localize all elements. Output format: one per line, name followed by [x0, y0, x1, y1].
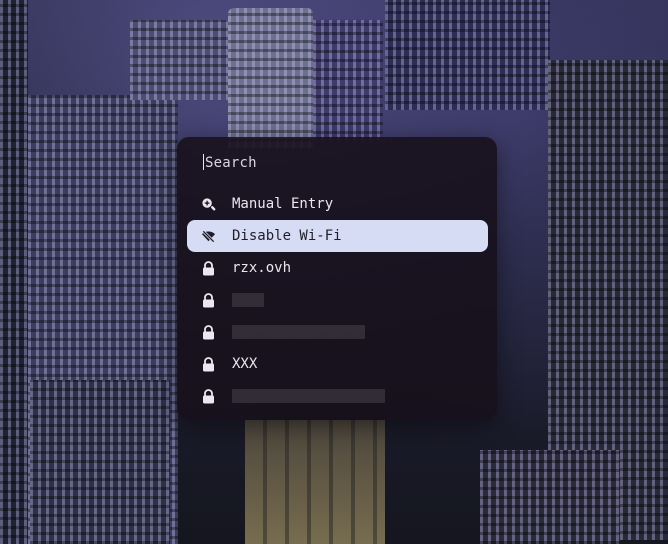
- search-input[interactable]: Search: [203, 154, 257, 171]
- wifi-off-icon: [200, 228, 216, 244]
- wallpaper-building: [480, 450, 620, 544]
- lock-icon: [200, 292, 216, 308]
- list-item-label: Manual Entry: [232, 196, 334, 212]
- wallpaper-building: [130, 20, 230, 100]
- list-item-disable-wifi[interactable]: Disable Wi-Fi: [187, 220, 488, 252]
- list-item-manual-entry[interactable]: Manual Entry: [187, 188, 488, 220]
- redacted-label: [232, 293, 264, 307]
- list-item-network[interactable]: [187, 316, 488, 348]
- list-item-network[interactable]: rzx.ovh: [187, 252, 488, 284]
- lock-icon: [200, 356, 216, 372]
- wallpaper-building: [228, 8, 313, 148]
- wallpaper-street: [245, 420, 385, 544]
- list-item-label: rzx.ovh: [232, 260, 292, 276]
- list-item-label: Disable Wi-Fi: [232, 228, 342, 244]
- wallpaper-building: [385, 0, 550, 110]
- list-item-label: XXX: [232, 356, 258, 372]
- search-placeholder: Search: [205, 155, 257, 171]
- redacted-label: [232, 389, 385, 403]
- zoom-in-icon: [200, 196, 216, 212]
- list-item-network[interactable]: [187, 284, 488, 316]
- list-item-network[interactable]: [187, 380, 488, 412]
- list-item-network[interactable]: XXX: [187, 348, 488, 380]
- lock-icon: [200, 324, 216, 340]
- wallpaper-building: [313, 20, 383, 140]
- lock-icon: [200, 388, 216, 404]
- results-list: Manual Entry Disable Wi-Fi rzx.ovh XXX: [187, 188, 488, 412]
- lock-icon: [200, 260, 216, 276]
- launcher-window: Search Manual Entry Disable Wi-Fi rzx.ov…: [177, 137, 497, 420]
- wallpaper-building: [30, 380, 170, 544]
- redacted-label: [232, 325, 365, 339]
- text-caret: [203, 154, 204, 170]
- wallpaper-building: [0, 0, 28, 544]
